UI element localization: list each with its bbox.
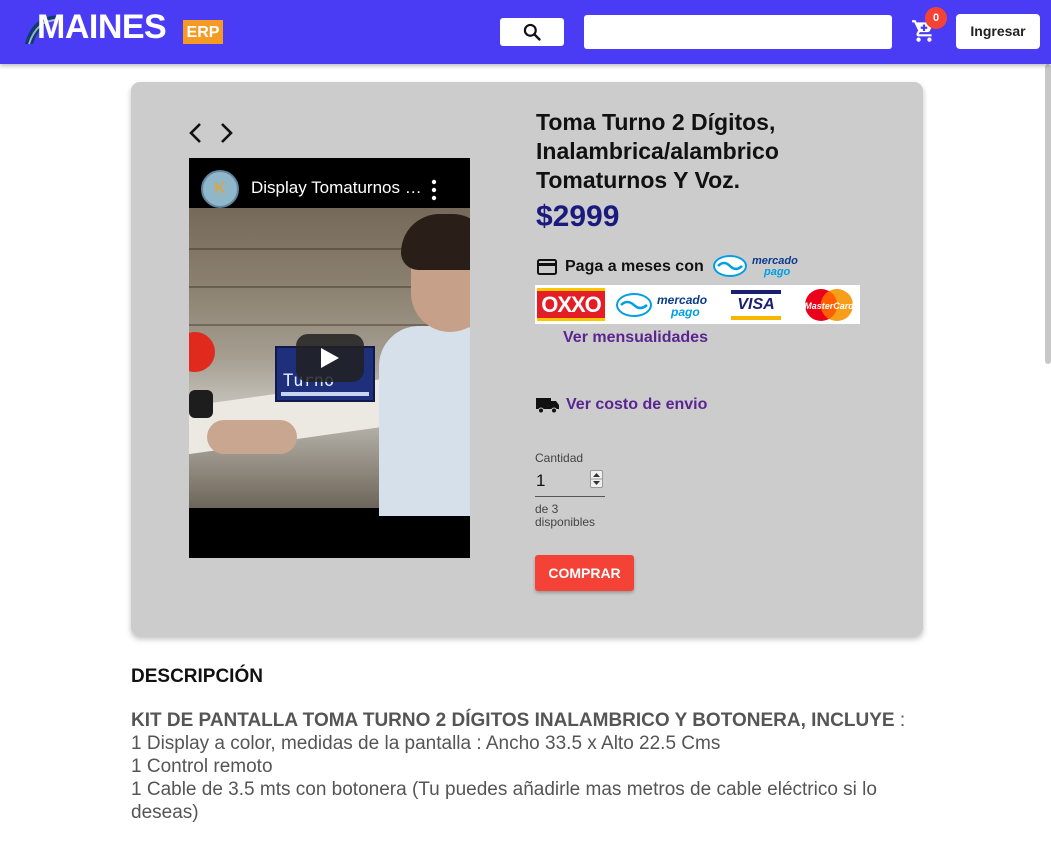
quantity-label: Cantidad: [535, 451, 584, 465]
quantity-value[interactable]: 1: [536, 471, 545, 491]
channel-avatar[interactable]: K: [201, 170, 239, 208]
description-line: 1 Cable de 3.5 mts con botonera (Tu pued…: [131, 779, 877, 823]
product-title: Toma Turno 2 Dígitos, Inalambrica/alambr…: [536, 109, 779, 193]
shipping-row[interactable]: Ver costo de envio: [536, 396, 707, 414]
description-line: 1 Control remoto: [131, 756, 273, 777]
person-hand: [207, 420, 297, 454]
description-lead-colon: :: [894, 710, 906, 731]
play-icon: [321, 348, 339, 368]
description-line: 1 Display a color, medidas de la pantall…: [131, 733, 721, 754]
login-button[interactable]: Ingresar: [956, 14, 1040, 49]
maines-logo[interactable]: MAINES ERP: [23, 9, 223, 45]
svg-text:pago: pago: [763, 266, 791, 278]
chevron-right-icon[interactable]: [217, 121, 235, 145]
installments-label: Paga a meses con: [565, 258, 704, 275]
search-input[interactable]: [584, 15, 892, 49]
logo-erp-badge: ERP: [183, 20, 223, 44]
video-title[interactable]: Display Tomaturnos Inalambrico: [251, 178, 426, 198]
play-button[interactable]: [296, 334, 364, 382]
logo-text: MAINES: [37, 8, 167, 46]
svg-text:pago: pago: [670, 305, 700, 319]
red-button-prop: [189, 332, 215, 372]
ver-mensualidades-link[interactable]: Ver mensualidades: [563, 329, 708, 347]
visa-logo: VISA: [731, 290, 781, 320]
description-body: KIT DE PANTALLA TOMA TURNO 2 DÍGITOS INA…: [131, 709, 931, 824]
available-stock: de 3 disponibles: [535, 502, 596, 529]
video-title-bar: K Display Tomaturnos Inalambrico: [189, 158, 470, 208]
search-icon: [523, 23, 541, 41]
product-card: Turno K Display Tomaturnos Inalambrico: [131, 82, 923, 636]
quantity-spin-buttons[interactable]: [590, 470, 603, 488]
page-scrollbar[interactable]: [1045, 64, 1051, 364]
payment-methods-strip: OXXO mercado pago VISA MasterCard: [535, 285, 860, 324]
oxxo-logo: OXXO: [537, 288, 605, 321]
svg-text:MasterCard: MasterCard: [804, 301, 854, 311]
more-vert-icon[interactable]: [427, 178, 441, 202]
person-hair: [401, 214, 470, 270]
person-shirt: [379, 326, 470, 516]
mercado-pago-logo: mercado pago: [713, 255, 798, 278]
description-heading: DESCRIPCIÓN: [131, 666, 263, 687]
chevron-left-icon[interactable]: [187, 121, 205, 145]
app-bar: MAINES ERP 0 Ingresar: [0, 0, 1051, 64]
mercado-pago-method-logo: mercado pago: [616, 293, 707, 319]
product-price: $2999: [536, 200, 620, 233]
dark-device: [189, 390, 213, 418]
shipping-cost-link[interactable]: Ver costo de envio: [566, 396, 707, 414]
description-lead: KIT DE PANTALLA TOMA TURNO 2 DÍGITOS INA…: [131, 710, 895, 731]
product-video[interactable]: Turno K Display Tomaturnos Inalambrico: [189, 158, 470, 558]
search-button[interactable]: [500, 18, 564, 46]
buy-button[interactable]: COMPRAR: [535, 555, 634, 591]
quantity-stepper[interactable]: 1: [535, 468, 605, 497]
cart-count-badge: 0: [925, 7, 947, 29]
installments-row: Paga a meses con: [537, 254, 704, 280]
truck-icon: [536, 398, 559, 414]
mastercard-logo: MasterCard: [804, 289, 854, 321]
credit-card-icon: [537, 259, 557, 275]
